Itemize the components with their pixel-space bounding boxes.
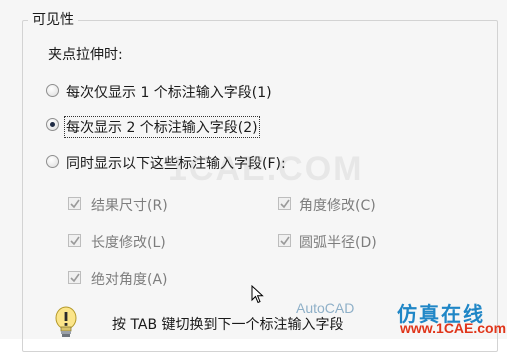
checkbox[interactable] — [68, 234, 81, 247]
lightbulb-icon — [52, 306, 80, 340]
checkbox[interactable] — [68, 197, 81, 210]
mouse-cursor-icon — [251, 284, 265, 309]
watermark-site-url: www.1CAE.com — [400, 320, 507, 336]
group-title: 可见性 — [28, 9, 78, 29]
radio-option-label[interactable]: 每次仅显示 1 个标注输入字段(1) — [66, 82, 272, 102]
radio-button[interactable] — [46, 155, 59, 168]
radio-option-label[interactable]: 每次显示 2 个标注输入字段(2) — [64, 116, 260, 138]
checkbox[interactable] — [278, 197, 291, 210]
checkbox-label[interactable]: 绝对角度(A) — [91, 269, 168, 289]
watermark-source: AutoCAD — [296, 300, 355, 316]
checkbox[interactable] — [278, 234, 291, 247]
radio-button[interactable] — [46, 84, 59, 97]
checkbox-label[interactable]: 结果尺寸(R) — [91, 195, 168, 215]
checkbox-label[interactable]: 角度修改(C) — [299, 195, 376, 215]
watermark-center: 1CAE.COM — [168, 150, 364, 188]
radio-button-selected[interactable] — [46, 118, 59, 131]
visibility-panel: 可见性 夹点拉伸时: 每次仅显示 1 个标注输入字段(1) 每次显示 2 个标注… — [0, 0, 507, 352]
checkbox-label[interactable]: 圆弧半径(D) — [299, 232, 377, 252]
checkmark-icon — [70, 199, 80, 209]
checkmark-icon — [70, 236, 80, 246]
checkmark-icon — [280, 199, 290, 209]
checkbox-label[interactable]: 长度修改(L) — [91, 232, 166, 252]
grip-stretch-label: 夹点拉伸时: — [48, 47, 123, 63]
checkmark-icon — [280, 236, 290, 246]
checkmark-icon — [70, 273, 80, 283]
checkbox[interactable] — [68, 271, 81, 284]
tab-hint-text: 按 TAB 键切换到下一个标注输入字段 — [112, 317, 344, 333]
